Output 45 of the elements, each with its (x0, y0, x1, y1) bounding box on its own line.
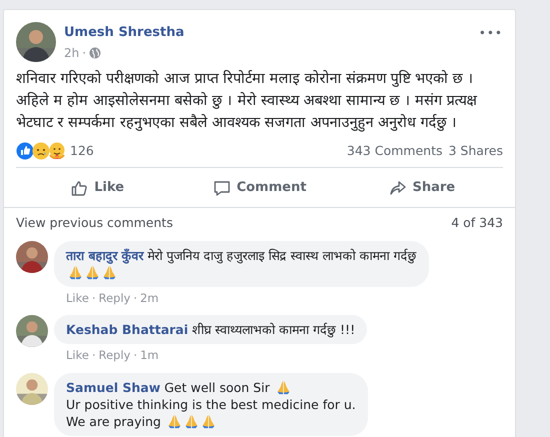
praying-hands-icon (85, 265, 100, 280)
comment-time[interactable]: 2m (140, 290, 159, 308)
post-text: शनिवार गरिएको परीक्षणको आज प्राप्त रिपोर्टमा मलाइ कोरोना संक्रमण पुष्टि भएको छ । अहिले म होम आइसोलेसनमा बसेको छु । मेरो स्वास्थ्य अबश्था सामान्य छ । मसंग प्रत्यक्ष भेटघाट र सम्पर्कमा रहनुभएका सबैले आवश्यक सजगता अपनाउनुहुन अनुरोध गर्दछु । (15, 69, 478, 134)
globe-icon (89, 47, 102, 59)
like-reaction-icon[interactable] (16, 142, 34, 160)
like-button[interactable]: Like (16, 170, 178, 206)
commenter-name[interactable]: तारा बहादुर कुँवर (66, 248, 144, 263)
separator: · (133, 347, 138, 364)
praying-hands-icon (184, 414, 199, 428)
reply-link[interactable]: Reply (98, 347, 130, 364)
speech-bubble-icon (212, 178, 231, 196)
comment-position: 4 of 343 (451, 214, 503, 232)
comments-count[interactable]: 343 Comments (346, 142, 442, 161)
commenter-name[interactable]: Samuel Shaw (66, 380, 160, 394)
sad-reaction-icon[interactable] (32, 142, 50, 160)
comment-button[interactable]: Comment (178, 170, 341, 206)
comment-time[interactable]: 1m (140, 347, 159, 364)
separator: · (133, 290, 138, 307)
author-name[interactable]: Umesh Shrestha (64, 25, 184, 41)
post-time[interactable]: 2h (64, 44, 80, 62)
praying-hands-icon (68, 265, 83, 280)
comment-text: We are praying (66, 414, 162, 428)
reply-link[interactable]: Reply (98, 290, 130, 308)
praying-hands-icon (276, 380, 291, 394)
more-options-button[interactable]: ••• (478, 24, 503, 42)
separator: · (82, 45, 86, 62)
thumbs-up-icon (70, 178, 88, 196)
praying-hands-icon (102, 265, 117, 280)
commenter-name[interactable]: Keshab Bhattarai (66, 322, 188, 338)
like-link[interactable]: Like (66, 347, 89, 364)
share-arrow-icon (388, 178, 406, 196)
separator: · (92, 290, 96, 307)
praying-hands-icon (166, 414, 182, 428)
care-reaction-icon[interactable] (48, 142, 66, 160)
comment-text: Ur positive thinking is the best medicine for u. (66, 396, 356, 412)
comment-text: शीघ्र स्वाथ्यलाभको कामना गर्दछु !!! (192, 322, 356, 338)
praying-hands-icon (200, 414, 216, 428)
reaction-count[interactable]: 126 (70, 142, 94, 161)
shares-count[interactable]: 3 Shares (448, 142, 503, 161)
view-previous-comments-link[interactable]: View previous comments (16, 214, 173, 233)
like-link[interactable]: Like (66, 290, 89, 308)
comment-text: मेरो पुजनिय दाजु हजुरलाइ सिद्र स्वास्थ लाभको कामना गर्दछु (148, 248, 417, 263)
share-button[interactable]: Share (340, 170, 503, 206)
comment-text: Get well soon Sir (164, 380, 271, 394)
separator: · (92, 347, 96, 364)
